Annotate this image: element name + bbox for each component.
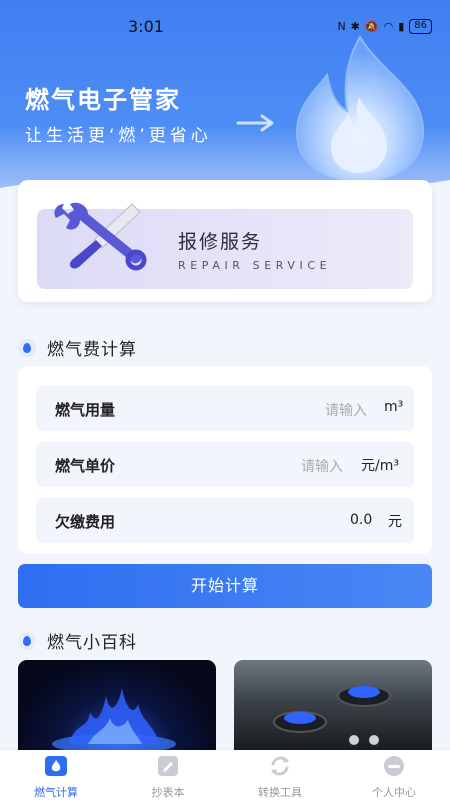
- repair-title: 报修服务: [178, 231, 263, 253]
- flame-icon: [295, 35, 425, 185]
- convert-icon: [271, 756, 289, 776]
- bottom-tab-bar: 燃气计算 抄表本 转换工具 个人中心: [0, 750, 450, 800]
- usage-label: 燃气用量: [55, 401, 116, 419]
- tab-label: 个人中心: [372, 786, 416, 799]
- tab-label: 燃气计算: [34, 786, 78, 799]
- calc-section-title: 燃气费计算: [47, 340, 137, 360]
- status-icons: N ✱ 🔕 ◠ ▮ 86: [337, 19, 432, 34]
- mute-icon: 🔕: [364, 20, 379, 33]
- tab-profile[interactable]: 个人中心: [338, 750, 450, 800]
- section-drop-icon: [18, 631, 36, 650]
- tab-label: 转换工具: [258, 786, 302, 799]
- section-drop-icon: [18, 338, 36, 357]
- tab-convert[interactable]: 转换工具: [224, 750, 336, 800]
- arrears-label: 欠缴费用: [55, 513, 116, 531]
- app-title: 燃气电子管家: [25, 86, 181, 114]
- repair-subtitle: REPAIR SERVICE: [178, 259, 332, 272]
- profile-icon: [384, 756, 404, 776]
- price-label: 燃气单价: [55, 457, 116, 475]
- start-calc-button[interactable]: 开始计算: [18, 564, 432, 608]
- price-row[interactable]: 燃气单价 请输入 元/m³: [36, 442, 414, 487]
- arrow-right-icon: [236, 114, 274, 132]
- gas-stove-image: [273, 685, 391, 745]
- arrears-row: 欠缴费用 0.0 元: [36, 498, 414, 543]
- tab-gas-calc[interactable]: 燃气计算: [0, 750, 112, 800]
- tab-label: 抄表本: [151, 786, 185, 799]
- wiki-card-blue-flame[interactable]: [18, 660, 216, 752]
- status-time: 3:01: [128, 17, 164, 36]
- wifi-icon: ◠: [383, 20, 394, 33]
- arrears-unit: 元: [388, 514, 402, 530]
- nfc-icon: N: [337, 20, 346, 33]
- wiki-section-header: 燃气小百科: [18, 628, 137, 653]
- usage-row[interactable]: 燃气用量 请输入 m³: [36, 386, 414, 431]
- battery-indicator: 86: [409, 19, 432, 34]
- price-unit: 元/m³: [361, 458, 399, 474]
- usage-input[interactable]: 请输入: [325, 400, 367, 420]
- wiki-section-title: 燃气小百科: [47, 633, 137, 653]
- signal-icon: ▮: [398, 20, 405, 33]
- notebook-icon: [158, 756, 178, 776]
- usage-unit: m³: [384, 399, 404, 415]
- wiki-card-gas-stove[interactable]: [234, 660, 432, 752]
- tab-notebook[interactable]: 抄表本: [112, 750, 224, 800]
- calc-section-header: 燃气费计算: [18, 335, 137, 360]
- app-slogan: 让生活更‘燃’更省心: [25, 126, 212, 146]
- price-input[interactable]: 请输入: [301, 456, 343, 476]
- arrears-value: 0.0: [350, 512, 373, 528]
- bluetooth-icon: ✱: [350, 20, 360, 33]
- gas-calc-icon: [45, 756, 67, 776]
- blue-flame-image: [52, 688, 176, 752]
- status-bar: 3:01 N ✱ 🔕 ◠ ▮ 86: [0, 0, 450, 50]
- wrench-screwdriver-icon: [54, 202, 147, 271]
